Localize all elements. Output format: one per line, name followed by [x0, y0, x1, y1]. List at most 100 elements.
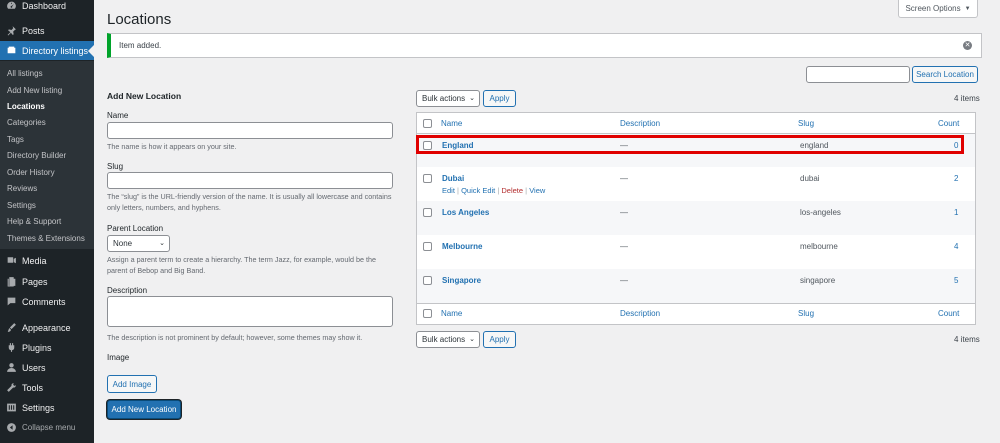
search-input[interactable] — [806, 66, 910, 83]
items-count-top: 4 items — [954, 94, 980, 103]
submenu-directory-builder[interactable]: Directory Builder — [7, 149, 66, 163]
table-row: Melbourne — melbourne 4 — [417, 235, 975, 269]
menu-comments[interactable]: Comments — [0, 292, 94, 311]
row-name-link[interactable]: Dubai — [442, 174, 464, 183]
image-label: Image — [107, 353, 130, 362]
name-field[interactable] — [107, 122, 393, 139]
row-count[interactable]: 0 — [954, 141, 958, 150]
row-count[interactable]: 5 — [954, 276, 958, 285]
row-description: — — [620, 208, 628, 217]
submenu-add-new-listing[interactable]: Add New listing — [7, 84, 62, 98]
add-new-location-button[interactable]: Add New Location — [107, 400, 181, 419]
column-count[interactable]: Count — [938, 119, 959, 128]
column-count-footer[interactable]: Count — [938, 309, 959, 318]
delete-link[interactable]: Delete — [501, 186, 523, 195]
menu-media[interactable]: Media — [0, 251, 94, 270]
menu-directory-label: Directory listings — [22, 45, 89, 56]
table-row: Los Angeles — los-angeles 1 — [417, 201, 975, 235]
bulk-actions-label-bottom: Bulk actions — [422, 335, 466, 344]
add-image-button[interactable]: Add Image — [107, 375, 157, 393]
apply-button-bottom[interactable]: Apply — [483, 331, 516, 348]
description-help: The description is not prominent by defa… — [107, 333, 363, 342]
pages-icon — [5, 276, 17, 288]
row-name-link[interactable]: Melbourne — [442, 242, 482, 251]
submenu-order-history[interactable]: Order History — [7, 166, 55, 180]
submenu-help-support[interactable]: Help & Support — [7, 215, 61, 229]
submenu-tags[interactable]: Tags — [7, 133, 24, 147]
submenu-themes-extensions[interactable]: Themes & Extensions — [7, 232, 85, 246]
edit-link[interactable]: Edit — [442, 186, 455, 195]
menu-dashboard[interactable]: Dashboard — [0, 0, 94, 15]
apply-button-top[interactable]: Apply — [483, 90, 516, 107]
column-name[interactable]: Name — [441, 119, 462, 128]
menu-pages[interactable]: Pages — [0, 272, 94, 291]
menu-posts[interactable]: Posts — [0, 21, 94, 40]
notice-text: Item added. — [119, 41, 162, 50]
dismiss-icon[interactable]: ✕ — [963, 41, 972, 50]
row-checkbox[interactable] — [423, 141, 432, 150]
row-count[interactable]: 2 — [954, 174, 958, 183]
slug-help: The “slug” is the URL-friendly version o… — [107, 192, 392, 212]
row-count[interactable]: 1 — [954, 208, 958, 217]
row-actions: Edit | Quick Edit | Delete | View — [442, 186, 546, 195]
bulk-actions-select-top[interactable]: Bulk actions ⌄ — [416, 90, 480, 107]
row-checkbox[interactable] — [423, 276, 432, 285]
table-footer: Name Description Slug Count — [417, 303, 975, 324]
directory-icon — [5, 45, 17, 57]
screen-options-button[interactable]: Screen Options ▼ — [898, 0, 978, 18]
row-name-link[interactable]: Singapore — [442, 276, 481, 285]
dashboard-icon — [5, 0, 17, 12]
submenu-all-listings[interactable]: All listings — [7, 67, 43, 81]
description-textarea[interactable] — [107, 296, 393, 327]
paintbrush-icon — [5, 322, 17, 334]
page-title: Locations — [107, 11, 172, 28]
menu-dashboard-label: Dashboard — [22, 0, 67, 11]
menu-posts-label: Posts — [22, 25, 45, 36]
menu-appearance-label: Appearance — [22, 322, 71, 333]
submenu-locations[interactable]: Locations — [7, 100, 45, 114]
search-location-button[interactable]: Search Location — [912, 66, 978, 83]
menu-settings-label: Settings — [22, 402, 55, 413]
row-description: — — [620, 174, 628, 183]
chevron-down-icon: ⌄ — [469, 95, 475, 102]
menu-tools[interactable]: Tools — [0, 378, 94, 397]
row-checkbox[interactable] — [423, 208, 432, 217]
column-slug-footer[interactable]: Slug — [798, 309, 814, 318]
select-all-checkbox[interactable] — [423, 119, 432, 128]
menu-settings[interactable]: Settings — [0, 398, 94, 417]
row-name-link[interactable]: Los Angeles — [442, 208, 489, 217]
row-name-link[interactable]: England — [442, 141, 474, 150]
view-link[interactable]: View — [529, 186, 545, 195]
column-name-footer[interactable]: Name — [441, 309, 462, 318]
column-description[interactable]: Description — [620, 119, 660, 128]
bulk-actions-select-bottom[interactable]: Bulk actions ⌄ — [416, 331, 480, 348]
comments-icon — [5, 296, 17, 308]
users-icon — [5, 362, 17, 374]
collapse-icon — [5, 422, 17, 434]
success-notice: Item added. ✕ — [107, 33, 982, 58]
form-title: Add New Location — [107, 91, 182, 101]
submenu-settings[interactable]: Settings — [7, 199, 36, 213]
quick-edit-link[interactable]: Quick Edit — [461, 186, 495, 195]
row-slug: england — [800, 141, 829, 150]
row-count[interactable]: 4 — [954, 242, 958, 251]
menu-appearance[interactable]: Appearance — [0, 318, 94, 337]
slug-field[interactable] — [107, 172, 393, 189]
select-all-checkbox-bottom[interactable] — [423, 309, 432, 318]
plugin-icon — [5, 342, 17, 354]
collapse-menu-button[interactable]: Collapse menu — [0, 418, 94, 437]
column-slug[interactable]: Slug — [798, 119, 814, 128]
menu-plugins[interactable]: Plugins — [0, 338, 94, 357]
collapse-menu-label: Collapse menu — [22, 423, 76, 432]
slug-label: Slug — [107, 162, 124, 171]
submenu-reviews[interactable]: Reviews — [7, 182, 37, 196]
menu-directory-listings[interactable]: Directory listings — [0, 41, 94, 60]
menu-users[interactable]: Users — [0, 358, 94, 377]
submenu-categories[interactable]: Categories — [7, 116, 46, 130]
row-checkbox[interactable] — [423, 174, 432, 183]
parent-location-help: Assign a parent term to create a hierarc… — [107, 255, 376, 275]
column-description-footer[interactable]: Description — [620, 309, 660, 318]
parent-location-select[interactable]: None ⌄ — [107, 235, 170, 252]
row-checkbox[interactable] — [423, 242, 432, 251]
table-row: Dubai Edit | Quick Edit | Delete | View … — [417, 167, 975, 201]
